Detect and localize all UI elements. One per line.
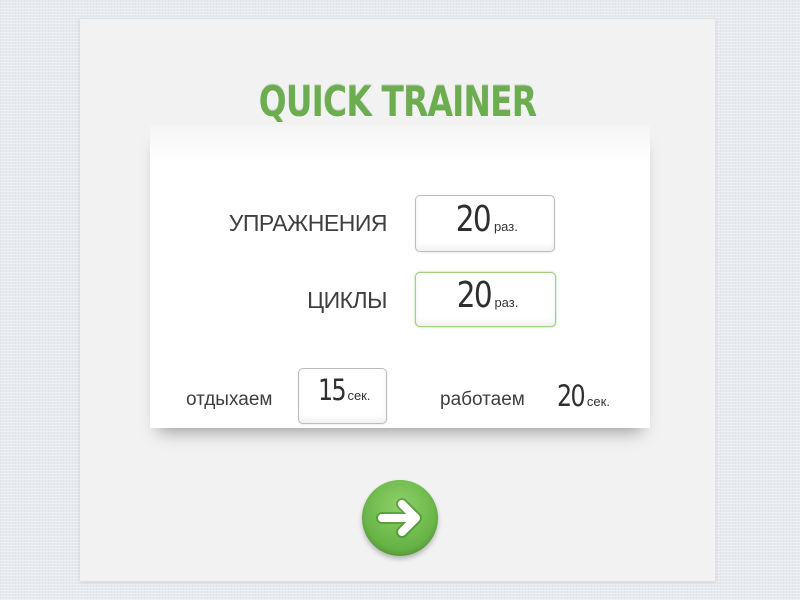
work-label: работаем — [440, 389, 525, 410]
arrow-right-icon — [376, 498, 422, 538]
rest-label: отдыхаем — [186, 389, 273, 410]
cycles-count-value: 20 — [456, 275, 492, 316]
cycles-count-unit: раз. — [494, 295, 519, 310]
cycles-count-field[interactable]: 20 раз. — [415, 272, 556, 327]
exercises-count-value: 20 — [455, 199, 492, 240]
main-panel: QUICK TRAINER УПРАЖНЕНИЯ 20 раз. ЦИКЛЫ 2… — [80, 19, 715, 581]
work-seconds-value: 20 — [556, 379, 586, 413]
rest-seconds-unit: сек. — [347, 388, 371, 403]
cycles-label: ЦИКЛЫ — [307, 287, 387, 313]
rest-seconds-field[interactable]: 15 сек. — [298, 368, 387, 424]
exercises-count-unit: раз. — [493, 219, 518, 234]
work-seconds-display: 20 сек. — [554, 379, 610, 413]
app-title: QUICK TRAINER — [258, 77, 537, 126]
exercises-count-field[interactable]: 20 раз. — [415, 195, 555, 252]
start-button[interactable] — [362, 480, 438, 556]
exercises-label: УПРАЖНЕНИЯ — [228, 210, 388, 236]
work-seconds-unit: сек. — [586, 394, 610, 409]
rest-seconds-value: 15 — [317, 373, 346, 407]
settings-card: УПРАЖНЕНИЯ 20 раз. ЦИКЛЫ 20 раз. отдыхае… — [150, 125, 650, 428]
